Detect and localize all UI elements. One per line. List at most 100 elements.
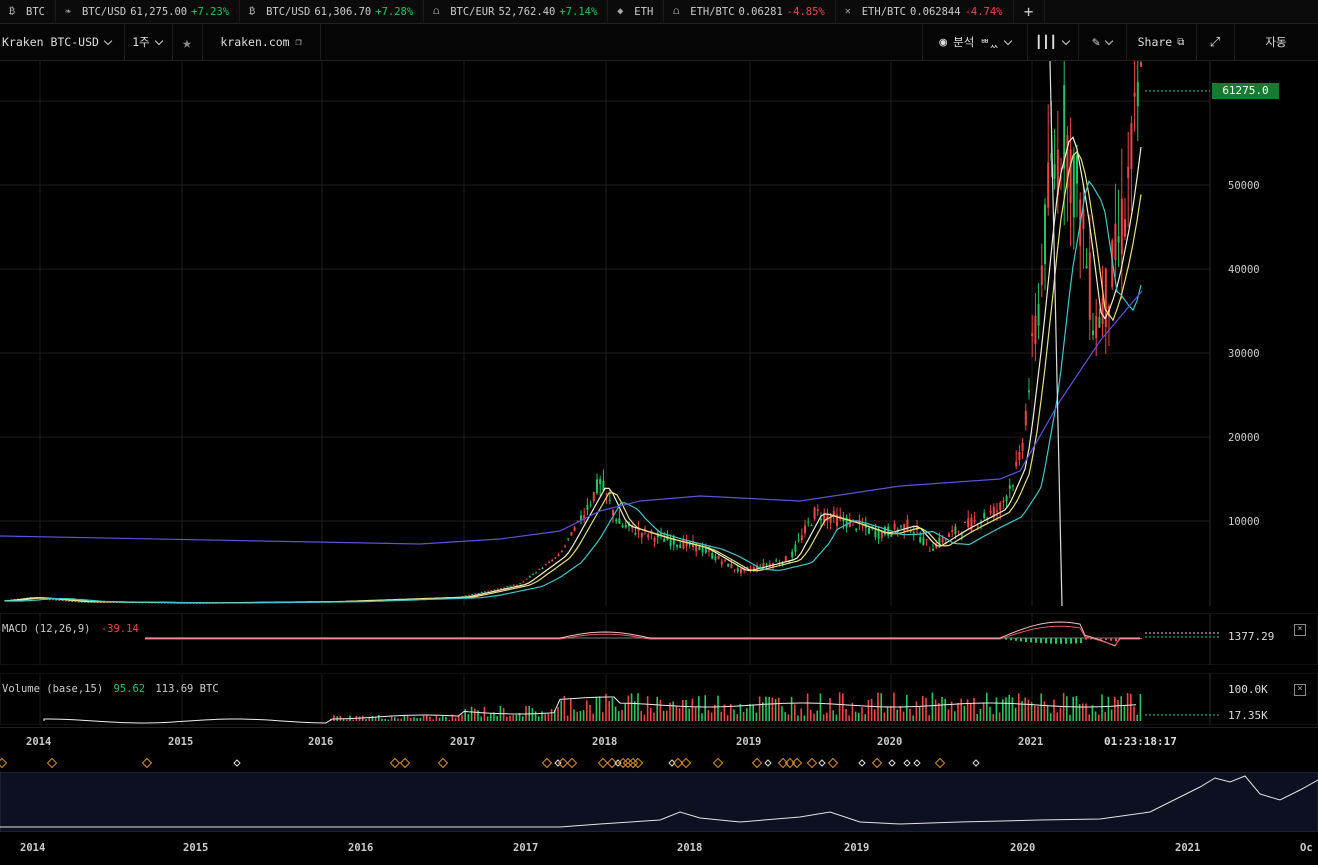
ticker-item[interactable]: ❧ BTC/USD 61,275.00 +7.23% [56,0,241,23]
event-marker-diamond-icon[interactable] [818,759,826,767]
candle-body [474,593,477,595]
candle-body [714,556,717,560]
volume-bar [758,696,761,721]
volume-close-icon[interactable]: × [1294,684,1306,696]
event-marker-diamond-icon[interactable] [233,759,241,767]
volume-bar [1072,696,1074,721]
volume-bar [1043,701,1046,721]
ticker-item[interactable]: ◆ ETH [608,0,665,23]
volume-bar [682,699,684,721]
event-marker-diamond-icon[interactable] [399,757,411,769]
event-marker-diamond-icon[interactable] [389,757,401,769]
event-marker-diamond-icon[interactable] [903,759,911,767]
event-marker-diamond-icon[interactable] [751,757,763,769]
ticker-item[interactable]: ⩍ ETH/BTC 0.06281 -4.85% [664,0,836,23]
event-marker-diamond-icon[interactable] [858,759,866,767]
event-marker-diamond-icon[interactable] [0,757,8,769]
candle-body [68,600,70,602]
event-marker-diamond-icon[interactable] [566,757,578,769]
volume-bar [1002,699,1004,721]
macd-close-icon[interactable]: × [1294,624,1306,636]
event-marker-diamond-icon[interactable] [913,759,921,767]
candle-body [1002,500,1005,503]
volume-bar [896,709,898,721]
candle-body [957,531,960,533]
ticker-symbol: BTC/EUR [450,5,495,18]
event-marker-diamond-icon[interactable] [806,757,818,769]
navigator-pane[interactable] [0,772,1318,832]
candlestick-icon: ┃┃┃ [1035,35,1057,49]
event-marker-diamond-icon[interactable] [888,759,896,767]
volume-bar [762,702,764,721]
symbol-selector[interactable]: Kraken BTC-USD [0,24,125,60]
volume-bar [986,692,988,721]
macd-histogram-bar [1075,638,1077,644]
drawing-tools-button[interactable]: ✎ [1078,24,1127,60]
share-button[interactable]: Share ⧉ [1126,24,1197,60]
volume-bar [1027,699,1030,721]
volume-bar [618,711,620,721]
volume-bar [966,699,969,721]
ticker-price: 61,275.00 [130,5,188,18]
event-marker-diamond-icon[interactable] [437,757,449,769]
price-chart-pane[interactable]: 10000 20000 30000 40000 50000 [0,61,1318,606]
candle-body [586,504,589,511]
candle-body [855,528,858,531]
candle-body [989,510,992,514]
volume-bar [822,714,825,721]
analysis-button[interactable]: ◉ 분석 ᄈᆻ [922,24,1028,60]
event-marker-diamond-icon[interactable] [141,757,153,769]
candle-body [653,537,656,542]
candle-body [704,547,707,553]
volume-value-2: 113.69 BTC [155,683,219,695]
event-marker-diamond-icon[interactable] [557,757,569,769]
volume-bar [1082,703,1084,721]
event-marker-diamond-icon[interactable] [764,759,772,767]
candle-body [1136,81,1139,107]
event-markers-row[interactable] [0,754,1318,772]
volume-bar [416,718,418,721]
candle-body [887,526,890,536]
auto-scale-button[interactable]: 자동 [1234,24,1318,60]
candle-body [605,493,608,495]
candle-body [954,526,957,534]
candle-body [820,519,822,521]
event-marker-diamond-icon[interactable] [934,757,946,769]
event-marker-diamond-icon[interactable] [972,759,980,767]
macd-pane[interactable] [0,613,1318,665]
event-marker-diamond-icon[interactable] [712,757,724,769]
volume-bar [506,716,508,721]
ticker-item[interactable]: ₿ BTC/USD 61,306.70 +7.28% [240,0,425,23]
ticker-item[interactable]: ₿ BTC [0,0,56,23]
volume-bar [442,716,444,721]
fullscreen-icon[interactable]: ⤢ [1196,24,1235,60]
volume-bar [579,710,582,721]
candle-body [608,499,611,501]
event-marker-diamond-icon[interactable] [827,757,839,769]
ticker-item[interactable]: ⩍ BTC/EUR 52,762.40 +7.14% [424,0,609,23]
volume-pane[interactable] [0,673,1318,725]
candle-body [1072,154,1075,218]
macd-histogram-bar [1055,638,1057,644]
candle-body [740,568,742,574]
volume-bar [941,696,943,721]
candle-body [999,502,1002,511]
add-ticker-button[interactable]: + [1014,0,1045,23]
chart-toolbar: Kraken BTC-USD 1주 ★ kraken.com ❐ ◉ 분석 ᄈᆻ… [0,24,1318,61]
chart-type-button[interactable]: ┃┃┃ [1026,24,1079,60]
event-marker-diamond-icon[interactable] [597,757,609,769]
interval-selector[interactable]: 1주 [122,24,173,60]
volume-bar [768,696,770,721]
macd-label: MACD (12,26,9) [2,623,91,635]
ticker-item[interactable]: ✕ ETH/BTC 0.062844 -4.74% [836,0,1014,23]
source-link[interactable]: kraken.com ❐ [202,24,321,60]
event-marker-diamond-icon[interactable] [541,757,553,769]
volume-bar [486,716,489,721]
volume-bar [803,715,806,721]
event-marker-diamond-icon[interactable] [46,757,58,769]
favorite-star-icon[interactable]: ★ [172,24,203,60]
candle-body [861,525,864,527]
volume-bar [781,706,783,721]
event-marker-diamond-icon[interactable] [871,757,883,769]
macd-histogram-bar [1140,638,1142,639]
